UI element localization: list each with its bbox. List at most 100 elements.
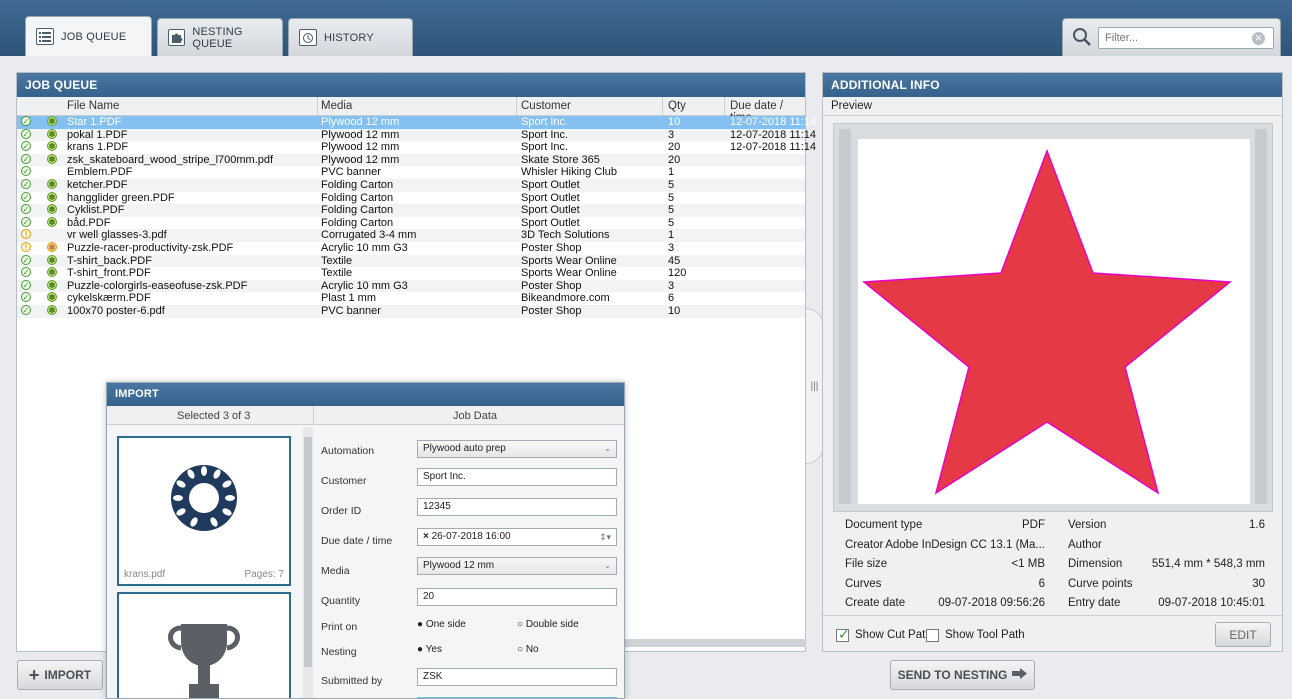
vertical-scrollbar[interactable] (303, 427, 313, 698)
nesting-icon: ✽ (47, 292, 57, 303)
quantity-field[interactable]: 20 (417, 588, 617, 606)
table-row[interactable]: ✓ ✽ krans 1.PDF Plywood 12 mm Sport Inc. 20 12… (17, 141, 816, 154)
nesting-icon: ✽ (47, 216, 57, 227)
send-to-nesting-button[interactable]: SEND TO NESTING (890, 660, 1035, 690)
meta-key: Curve points (1068, 577, 1133, 590)
cell-media: Plywood 12 mm (321, 128, 400, 141)
nesting-no-radio[interactable]: ○ No (517, 644, 539, 655)
import-dialog: IMPORT Selected 3 of 3 Job Data krans.pd… (106, 382, 625, 699)
col-customer[interactable]: Customer (521, 100, 571, 112)
table-row[interactable]: ✓ ✽ Cyklist.PDF Folding Carton Sport Outlet 5 (17, 204, 805, 217)
file-thumbnail[interactable] (117, 592, 291, 698)
nesting-icon: ✽ (47, 304, 57, 315)
chevron-down-icon: ⌄ (604, 444, 611, 453)
table-row[interactable]: ✓ ✽ zsk_skateboard_wood_stripe_l700mm.pdf P… (17, 153, 805, 167)
meta-value: 1.6 (1249, 519, 1265, 531)
table-row[interactable]: ✓ ✽ Star 1.PDF Plywood 12 mm Sport Inc. 10 12-… (17, 116, 816, 129)
tab-nesting-queue[interactable]: NESTING QUEUE (157, 18, 283, 56)
clear-icon[interactable]: ✕ (1252, 32, 1265, 45)
search-icon[interactable] (1072, 27, 1092, 50)
check-icon: ✓ (21, 267, 31, 278)
check-icon: ✓ (21, 116, 31, 126)
meta-key: Create date (845, 597, 906, 609)
cell-customer: Poster Shop (521, 304, 582, 317)
table-row[interactable]: ✓ ✽ cykelskærm.PDF Plast 1 mm Bikeandmore.co… (17, 292, 805, 305)
arrow-right-icon (1012, 668, 1028, 682)
cell-media: PVC banner (321, 166, 381, 179)
automation-select[interactable]: Plywood auto prep ⌄ (417, 440, 617, 458)
nesting-yes-radio[interactable]: ● Yes (417, 644, 442, 655)
order-id-field[interactable]: 12345 (417, 498, 617, 516)
cell-customer: Whisler Hiking Club (521, 166, 617, 179)
check-icon: ✓ (21, 279, 31, 290)
meta-key: Curves (845, 577, 882, 590)
cell-customer: Sport Outlet (521, 216, 580, 229)
nesting-icon: ✽ (47, 191, 57, 202)
table-row[interactable]: ! vr well glasses-3.pdf Corrugated 3-4 mm 3… (17, 229, 805, 242)
cell-media: Plywood 12 mm (321, 116, 400, 128)
show-cut-path-checkbox[interactable] (836, 626, 850, 643)
table-row[interactable]: ✓ ✽ Puzzle-colorgirls-easeofuse-zsk.PDF Acr… (17, 279, 805, 293)
cell-qty: 1 (668, 229, 675, 242)
cell-file-name: pokal 1.PDF (67, 128, 128, 141)
cell-customer: Poster Shop (521, 279, 582, 292)
import-button[interactable]: + IMPORT (17, 660, 103, 690)
customer-field[interactable]: Sport Inc. (417, 468, 617, 486)
meta-value: 551,4 mm * 548,3 mm (1151, 558, 1265, 570)
meta-value: <1 MB (1011, 558, 1045, 570)
table-row[interactable]: ✓ ✽ båd.PDF Folding Carton Sport Outlet 5 (17, 216, 805, 230)
check-icon: ✓ (21, 292, 31, 303)
thumbnail-filename: krans.pdf (124, 569, 166, 580)
cell-qty: 3 (668, 241, 675, 254)
col-qty[interactable]: Qty (668, 100, 686, 112)
table-row[interactable]: ✓ ✽ pokal 1.PDF Plywood 12 mm Sport Inc. 3 12-… (17, 128, 816, 142)
table-row[interactable]: ! ✽ Puzzle-racer-productivity-zsk.PDF Acryl… (17, 241, 805, 255)
table-row[interactable]: ✓ Emblem.PDF PVC banner Whisler Hiking Club… (17, 166, 805, 179)
nesting-icon: ✽ (47, 153, 57, 164)
cell-qty: 10 (668, 304, 681, 317)
warning-icon: ! (21, 241, 31, 252)
show-tool-path-checkbox[interactable] (926, 629, 939, 642)
cell-qty: 5 (668, 178, 675, 191)
nesting-icon: ✽ (47, 254, 57, 265)
col-file-name[interactable]: File Name (67, 100, 119, 112)
tab-history[interactable]: HISTORY (288, 18, 413, 56)
metadata-row: Create date 09-07-2018 09:56:26 Entry date… (845, 594, 1273, 614)
due-date-label: Due date / time (321, 535, 393, 547)
table-row[interactable]: ✓ ✽ ketcher.PDF Folding Carton Sport Outlet 5 (17, 178, 805, 192)
table-row[interactable]: ✓ ✽ T-shirt_back.PDF Textile Sports Wear Onl… (17, 254, 805, 268)
order-id-label: Order ID (321, 505, 362, 517)
edit-button[interactable]: EDIT (1215, 622, 1271, 647)
import-dialog-header: Selected 3 of 3 Job Data (107, 406, 624, 425)
print-one-side-radio[interactable]: ● One side (417, 619, 466, 630)
cell-customer: Sport Outlet (521, 204, 580, 217)
col-media[interactable]: Media (321, 100, 352, 112)
meta-value: 6 (1038, 577, 1045, 590)
media-select[interactable]: Plywood 12 mm ⌄ (417, 557, 617, 575)
filter-box: ✕ (1062, 18, 1281, 56)
top-bar: JOB QUEUE NESTING QUEUE HISTORY ✕ (0, 0, 1292, 56)
chevron-down-icon: ⌄ (604, 561, 611, 570)
table-row[interactable]: ✓ ✽ T-shirt_front.PDF Textile Sports Wear On… (17, 267, 805, 280)
history-icon (299, 29, 317, 46)
table-row[interactable]: ✓ ✽ 100x70 poster-6.pdf PVC banner Poster Sh… (17, 304, 805, 318)
print-double-side-radio[interactable]: ○ Double side (517, 619, 579, 630)
submitted-by-field[interactable]: ZSK (417, 668, 617, 686)
meta-key: Dimension (1068, 558, 1123, 570)
file-thumbnail[interactable]: krans.pdf Pages: 7 (117, 436, 291, 586)
thumbnail-pages: Pages: 7 (244, 569, 284, 580)
puzzle-icon (168, 29, 186, 46)
cell-customer: 3D Tech Solutions (521, 229, 610, 242)
date-spinner-icon[interactable]: ⇕▾ (599, 529, 611, 545)
clear-date-icon[interactable]: × (423, 531, 429, 542)
cell-media: Corrugated 3-4 mm (321, 229, 417, 242)
cell-media: Plywood 12 mm (321, 141, 400, 154)
filter-input[interactable] (1098, 27, 1274, 49)
nesting-yes-label: Yes (425, 644, 442, 655)
meta-value: 09-07-2018 09:56:26 (938, 597, 1045, 609)
tab-job-queue[interactable]: JOB QUEUE (25, 16, 152, 56)
cell-file-name: Emblem.PDF (67, 166, 133, 179)
cell-media: Folding Carton (321, 178, 394, 191)
table-row[interactable]: ✓ ✽ hangglider green.PDF Folding Carton Spor… (17, 191, 805, 205)
due-date-field[interactable]: × 26-07-2018 16:00 ⇕▾ (417, 528, 617, 546)
